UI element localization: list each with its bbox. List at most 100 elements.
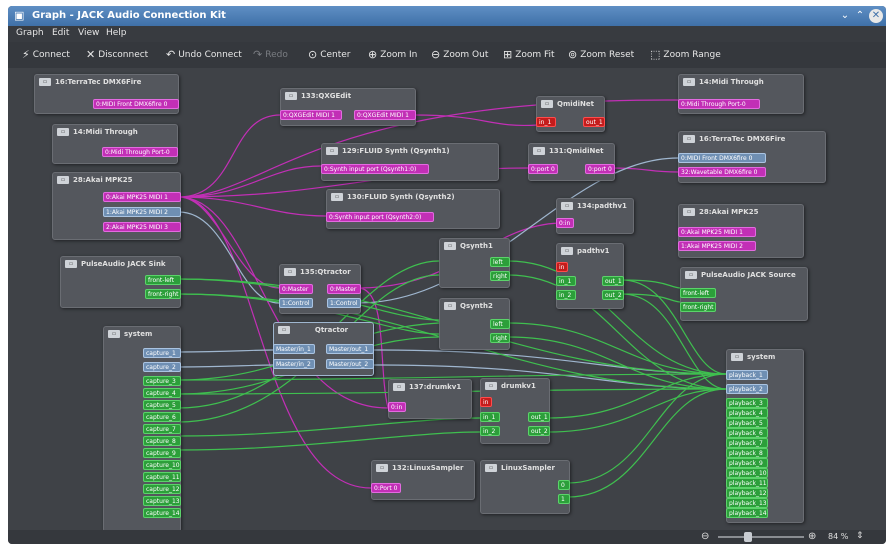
node-midi-through-out[interactable]: ▭ 14:Midi Through 0:Midi Through Port-0	[52, 124, 178, 164]
port-out[interactable]: out_2	[602, 290, 624, 300]
node-fluid-synth-2[interactable]: ▭ 130:FLUID Synth (Qsynth2) 0:Synth inpu…	[326, 189, 500, 229]
node-qxgedit[interactable]: ▭ 133:QXGEdit 0:QXGEdit MIDI 1 0:QXGEdit…	[280, 88, 416, 126]
undo-button[interactable]: ↶ Undo Connect	[166, 48, 242, 61]
node-drumkv1-137[interactable]: ▭ 137:drumkv1 0:in	[388, 379, 472, 419]
node-midi-through-in[interactable]: ▭ 14:Midi Through 0:Midi Through Port-0	[678, 74, 804, 114]
center-button[interactable]: ⊙ Center	[308, 48, 351, 61]
port-out[interactable]: Master/out_1	[326, 344, 374, 354]
maximize-icon[interactable]: ⌃	[853, 9, 867, 23]
port-in[interactable]: 0:Synth input port (Qsynth1:0)	[321, 164, 429, 174]
port-out[interactable]: 0:MIDI Front DMX6fire 0	[93, 99, 179, 109]
close-icon[interactable]: ✕	[869, 9, 883, 23]
port-in[interactable]: playback_9	[726, 458, 768, 468]
port-out[interactable]: front-right	[145, 289, 181, 299]
port-out[interactable]: out_1	[583, 117, 605, 127]
disconnect-button[interactable]: ✕ Disconnect	[86, 48, 148, 61]
minimize-icon[interactable]: ⌄	[838, 9, 852, 23]
port-out[interactable]: left	[490, 257, 510, 267]
node-qsynth2[interactable]: ▭ Qsynth2 left right	[439, 298, 510, 350]
port-in[interactable]: in	[480, 397, 492, 407]
zoom-fit-button[interactable]: ⊞ Zoom Fit	[503, 48, 555, 61]
app-menu-icon[interactable]: ▣	[14, 9, 24, 22]
node-qtractor[interactable]: ▭ Qtractor Master/in_1 Master/in_2 Maste…	[273, 322, 374, 376]
menu-graph[interactable]: Graph	[16, 28, 44, 38]
node-pulseaudio-sink[interactable]: ▭ PulseAudio JACK Sink front-left front-…	[60, 256, 181, 308]
port-in[interactable]: in_2	[556, 290, 576, 300]
connect-button[interactable]: ⚡ Connect	[22, 48, 70, 61]
node-drumkv1[interactable]: ▭ drumkv1 in in_1 in_2 out_1 out_2	[480, 378, 550, 444]
port-out[interactable]: out_2	[528, 426, 550, 436]
port-in[interactable]: playback_10	[726, 468, 768, 478]
node-terratec-in[interactable]: ▭ 16:TerraTec DMX6Fire 0:MIDI Front DMX6…	[678, 131, 826, 183]
menu-help[interactable]: Help	[106, 28, 127, 38]
graph-canvas[interactable]: ▭ 16:TerraTec DMX6Fire 0:MIDI Front DMX6…	[8, 68, 886, 530]
port-in[interactable]: playback_7	[726, 438, 768, 448]
port-out[interactable]: capture_8	[143, 436, 181, 446]
redo-button[interactable]: ↷ Redo	[253, 48, 288, 61]
port-in[interactable]: 0:MIDI Front DMX6fire 0	[678, 153, 766, 163]
port-in[interactable]: in_1	[556, 276, 576, 286]
node-akai-out[interactable]: ▭ 28:Akai MPK25 0:Akai MPK25 MIDI 1 1:Ak…	[52, 172, 181, 240]
node-linuxsampler[interactable]: ▭ LinuxSampler 0 1	[480, 460, 570, 514]
port-in[interactable]: 0:Synth input port (Qsynth2:0)	[326, 212, 434, 222]
port-in[interactable]: playback_2	[726, 384, 768, 394]
port-in[interactable]: playback_11	[726, 478, 768, 488]
port-out[interactable]: 0	[558, 480, 570, 490]
zoom-spin-icon[interactable]: ⇕	[856, 531, 864, 541]
port-in[interactable]: playback_1	[726, 370, 768, 380]
port-out[interactable]: capture_7	[143, 424, 181, 434]
port-in[interactable]: playback_4	[726, 408, 768, 418]
zoom-reset-button[interactable]: ⊚ Zoom Reset	[568, 48, 634, 61]
port-out[interactable]: capture_6	[143, 412, 181, 422]
node-system-capture[interactable]: ▭ system capture_1 capture_2 capture_3 c…	[103, 326, 181, 530]
menu-edit[interactable]: Edit	[52, 28, 69, 38]
zoom-slider-handle[interactable]	[744, 532, 752, 542]
port-out[interactable]: capture_12	[143, 484, 181, 494]
port-out[interactable]: right	[490, 271, 510, 281]
node-qtractor-135[interactable]: ▭ 135:Qtractor 0:Master 1:Control 0:Mast…	[279, 264, 361, 314]
zoom-range-button[interactable]: ⬚ Zoom Range	[650, 48, 721, 61]
port-out[interactable]: capture_5	[143, 400, 181, 410]
port-out[interactable]: 1:Control	[327, 298, 361, 308]
port-out[interactable]: 1	[558, 494, 570, 504]
port-in[interactable]: playback_5	[726, 418, 768, 428]
port-in[interactable]: 32:Wavetable DMX6fire 0	[678, 167, 766, 177]
port-in[interactable]: 0:QXGEdit MIDI 1	[280, 110, 342, 120]
node-terratec-out[interactable]: ▭ 16:TerraTec DMX6Fire 0:MIDI Front DMX6…	[34, 74, 179, 114]
node-fluid-synth-1[interactable]: ▭ 129:FLUID Synth (Qsynth1) 0:Synth inpu…	[321, 143, 499, 181]
port-in[interactable]: playback_3	[726, 398, 768, 408]
port-out[interactable]: out_1	[602, 276, 624, 286]
zoom-in-small-icon[interactable]: ⊕	[808, 531, 816, 542]
port-out[interactable]: 1:Akai MPK25 MIDI 2	[103, 207, 181, 217]
port-in[interactable]: playback_14	[726, 508, 768, 518]
port-in[interactable]: front-right	[680, 302, 716, 312]
port-in[interactable]: 0:Midi Through Port-0	[678, 99, 760, 109]
port-out[interactable]: 0:Midi Through Port-0	[102, 147, 178, 157]
port-in[interactable]: playback_8	[726, 448, 768, 458]
node-akai-in[interactable]: ▭ 28:Akai MPK25 0:Akai MPK25 MIDI 1 1:Ak…	[678, 204, 804, 258]
port-in[interactable]: Master/in_2	[273, 359, 315, 369]
port-out[interactable]: 0:Master	[327, 284, 361, 294]
port-out[interactable]: capture_2	[143, 362, 181, 372]
port-in[interactable]: 0:Port 0	[371, 483, 401, 493]
port-in[interactable]: in_2	[480, 426, 500, 436]
port-in[interactable]: 0:in	[388, 402, 406, 412]
port-out[interactable]: 0:QXGEdit MIDI 1	[354, 110, 416, 120]
zoom-slider[interactable]	[718, 532, 804, 542]
zoom-in-button[interactable]: ⊕ Zoom In	[368, 48, 417, 61]
zoom-out-button[interactable]: ⊖ Zoom Out	[431, 48, 488, 61]
port-in[interactable]: 1:Akai MPK25 MIDI 2	[678, 241, 756, 251]
port-in[interactable]: in_1	[536, 117, 556, 127]
port-out[interactable]: capture_9	[143, 448, 181, 458]
port-out[interactable]: out_1	[528, 412, 550, 422]
port-out[interactable]: left	[490, 319, 510, 329]
port-in[interactable]: in_1	[480, 412, 500, 422]
port-in[interactable]: 1:Control	[279, 298, 313, 308]
port-out[interactable]: 2:Akai MPK25 MIDI 3	[103, 222, 181, 232]
port-out[interactable]: Master/out_2	[326, 359, 374, 369]
port-out[interactable]: capture_1	[143, 348, 181, 358]
port-in[interactable]: playback_12	[726, 488, 768, 498]
node-qmidinet-131[interactable]: ▭ 131:QmidiNet 0:port 0 0:port 0	[528, 143, 615, 181]
menu-view[interactable]: View	[78, 28, 99, 38]
port-in[interactable]: Master/in_1	[273, 344, 315, 354]
